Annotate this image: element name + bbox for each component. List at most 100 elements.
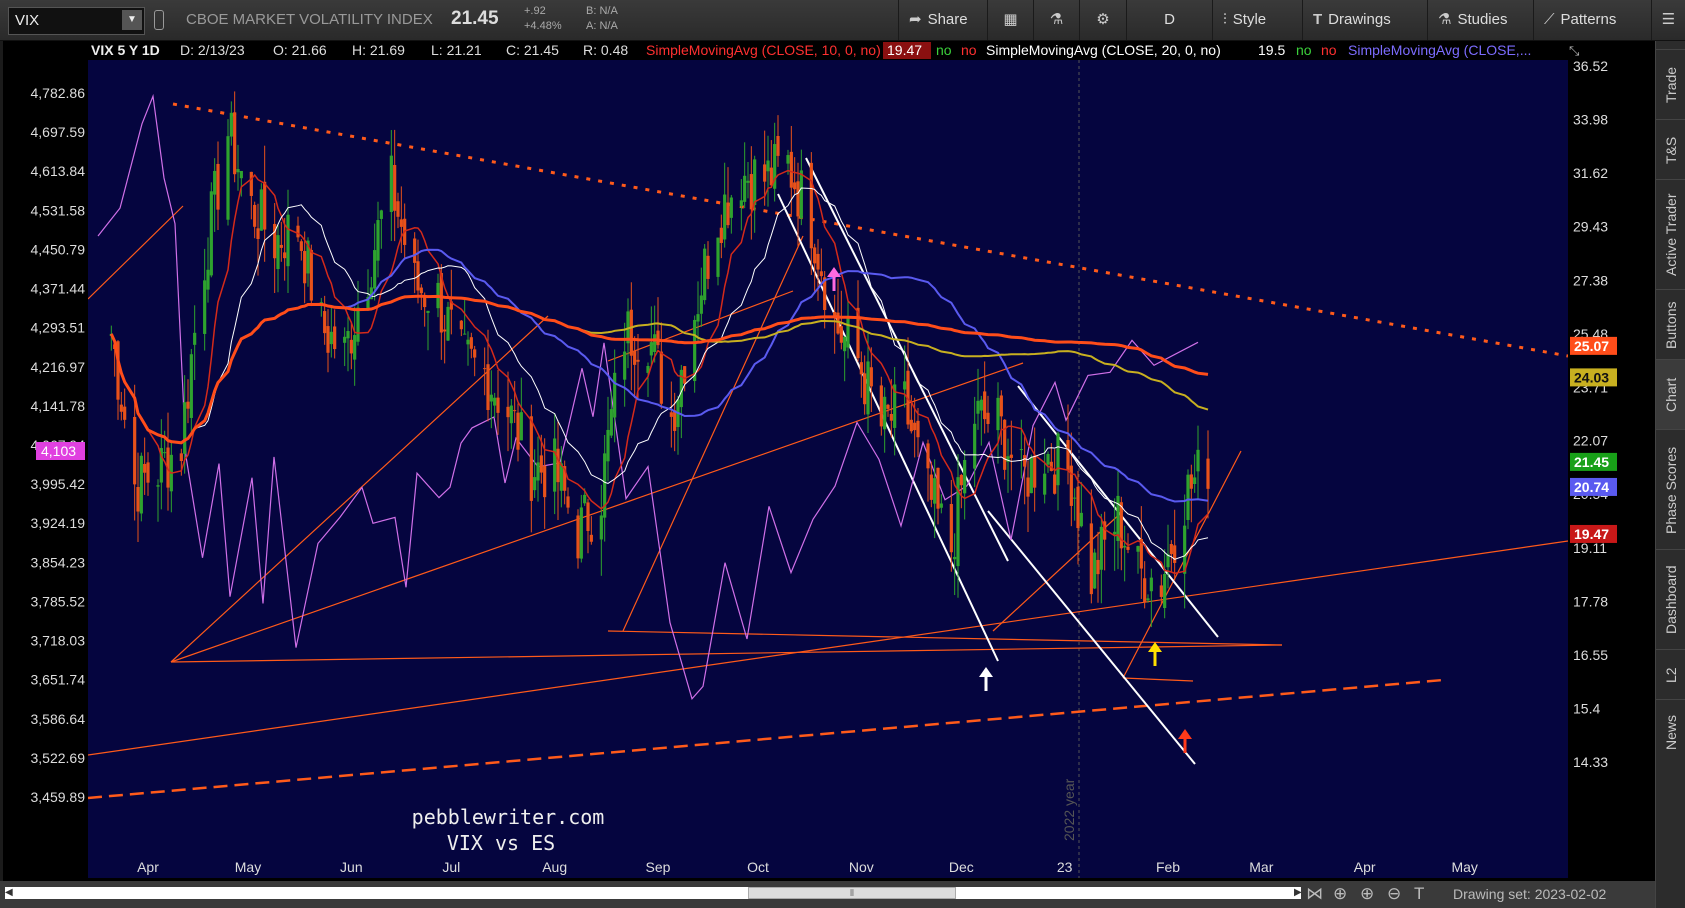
x-axis-tick: Apr <box>137 859 159 875</box>
candle-body <box>399 219 403 227</box>
scroll-left-icon[interactable]: ◀ <box>5 887 13 898</box>
candle-body <box>553 438 557 492</box>
candle-body <box>259 189 263 231</box>
candle-body <box>889 413 893 421</box>
candle-body <box>276 235 280 270</box>
sidebar-tab-phase-scores[interactable]: Phase Scores <box>1656 429 1685 550</box>
bottom-bar: ◀ ⦀ ▶ ⋈ ⊕ ⊕ ⊖ T Drawing set: 2023-02-02 <box>0 881 1655 908</box>
scroll-thumb[interactable]: ⦀ <box>748 887 956 899</box>
candle-body <box>229 112 233 137</box>
sidebar-tab-buttons[interactable]: Buttons <box>1656 289 1685 360</box>
drawing-tool-icon[interactable]: T <box>1414 884 1424 904</box>
candle-body <box>716 237 720 277</box>
candle-body <box>613 372 617 418</box>
study-sma10-label[interactable]: SimpleMovingAvg (CLOSE, 10, 0, no) <box>646 42 881 58</box>
candle-body <box>226 136 230 220</box>
crosshair-icon[interactable]: ⊕ <box>1333 884 1347 904</box>
zoom-in-icon[interactable]: ⊕ <box>1360 884 1374 904</box>
candle-body <box>459 320 463 330</box>
sidebar-tab-active-trader[interactable]: Active Trader <box>1656 179 1685 290</box>
candle-body <box>976 400 980 414</box>
candle-body <box>926 443 930 469</box>
x-axis-tick: Nov <box>849 859 874 875</box>
x-axis-tick: May <box>235 859 261 875</box>
studies-button[interactable]: ⚗ Studies <box>1427 0 1533 40</box>
link-icon[interactable] <box>154 10 164 30</box>
x-axis-tick: Sep <box>646 859 671 875</box>
candle-body <box>916 420 920 438</box>
menu-button[interactable]: ☰ <box>1651 0 1685 40</box>
candle-body <box>529 416 533 501</box>
candle-body <box>726 202 730 226</box>
candle-body <box>396 201 400 217</box>
bar-range: R: 0.48 <box>583 42 628 58</box>
settings-button[interactable]: ⚙ <box>1079 0 1126 40</box>
candles-icon: ⫶ <box>1223 11 1227 28</box>
candle-body <box>309 249 313 301</box>
study-sma20-label[interactable]: SimpleMovingAvg (CLOSE, 20, 0, no) <box>986 42 1221 58</box>
candle-body <box>143 463 147 473</box>
candle-body <box>776 136 780 156</box>
candle-body <box>903 381 907 390</box>
style-button[interactable]: ⫶ Style <box>1212 0 1302 40</box>
period-button[interactable]: D <box>1126 0 1212 40</box>
sidebar-tab-chart[interactable]: Chart <box>1656 359 1685 430</box>
candle-body <box>179 453 183 462</box>
candle-body <box>749 174 753 210</box>
grid-layout-button[interactable]: ▦ <box>987 0 1033 40</box>
zoom-out-icon[interactable]: ⊖ <box>1387 884 1401 904</box>
share-button[interactable]: ➦ Share <box>898 0 987 40</box>
drawings-button[interactable]: T Drawings <box>1302 0 1427 40</box>
left-axis-tick: 3,459.89 <box>31 789 86 805</box>
patterns-button[interactable]: ⟋ Patterns <box>1533 0 1651 40</box>
candle-body <box>623 351 627 380</box>
horizontal-scrollbar[interactable] <box>5 887 1301 899</box>
drawings-label: Drawings <box>1328 11 1391 28</box>
left-axis-tick: 4,531.58 <box>31 202 86 218</box>
scroll-right-icon[interactable]: ▶ <box>1294 887 1302 898</box>
candle-body <box>1033 455 1037 488</box>
sidebar-tab-l2[interactable]: L2 <box>1656 649 1685 700</box>
candle-body <box>1066 440 1070 471</box>
candle-body <box>206 269 210 290</box>
left-axis-tick: 3,995.42 <box>31 476 86 492</box>
candle-body <box>543 465 547 498</box>
price-chart[interactable]: VIX 5 Y 1D D: 2/13/23 O: 21.66 H: 21.69 … <box>3 41 1655 881</box>
flask-button[interactable]: ⚗ <box>1033 0 1079 40</box>
candle-body <box>739 200 743 207</box>
candle-body <box>426 310 430 313</box>
x-axis-tick: Feb <box>1156 859 1180 875</box>
right-axis-tick: 16.55 <box>1573 647 1608 663</box>
sidebar-tab-t-s[interactable]: T&S <box>1656 119 1685 180</box>
candle-body <box>1163 573 1167 609</box>
candle-body <box>473 349 477 358</box>
sidebar-tab-trade[interactable]: Trade <box>1656 49 1685 120</box>
collapse-icon[interactable]: ⤡ <box>1569 43 1580 58</box>
study-sma50-label[interactable]: SimpleMovingAvg (CLOSE,... <box>1348 42 1531 58</box>
zoom-fit-icon[interactable]: ⋈ <box>1306 884 1323 904</box>
sidebar-tab-dashboard[interactable]: Dashboard <box>1656 549 1685 650</box>
candle-body <box>1079 512 1083 527</box>
candle-body <box>999 395 1003 417</box>
candle-body <box>859 362 863 375</box>
candle-body <box>789 151 793 188</box>
drawing-set-label[interactable]: Drawing set: 2023-02-02 <box>1453 886 1606 902</box>
x-axis-tick: Aug <box>542 859 567 875</box>
left-axis-tick: 4,216.97 <box>31 359 86 375</box>
candle-body <box>929 474 933 500</box>
study-sma10-flag2: no <box>961 42 977 58</box>
candle-body <box>793 182 797 190</box>
candle-body <box>723 194 727 240</box>
chevron-down-icon[interactable]: ▼ <box>122 10 142 30</box>
candle-body <box>413 238 417 263</box>
candle-body <box>1196 449 1200 472</box>
symbol-selector[interactable]: VIX ▼ <box>8 7 145 35</box>
candle-body <box>356 307 360 342</box>
candle-body <box>746 180 750 183</box>
candle-body <box>1009 454 1013 458</box>
candle-body <box>1093 552 1097 589</box>
candle-body <box>996 397 1000 431</box>
sidebar-tab-news[interactable]: News <box>1656 699 1685 765</box>
candle-body <box>253 204 257 227</box>
candle-body <box>419 287 423 294</box>
